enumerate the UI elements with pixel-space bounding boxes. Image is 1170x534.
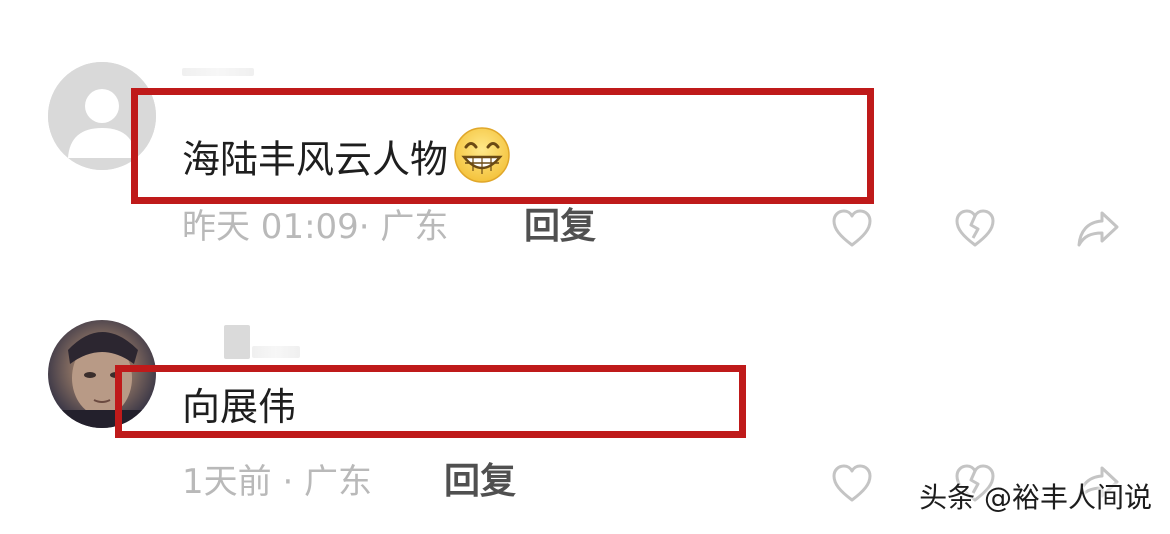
broken-heart-icon[interactable] [953, 207, 997, 251]
comment-meta: 1天前 · 广东 [182, 462, 373, 502]
highlight-box [131, 88, 874, 204]
share-icon[interactable] [1076, 207, 1120, 251]
reply-button[interactable]: 回复 [444, 464, 516, 500]
heart-icon[interactable] [830, 462, 874, 506]
reply-button[interactable]: 回复 [524, 209, 596, 245]
comment-list: 海陆丰风云人物 昨天 01:09· 广东 回复 向展伟 1天前 · 广东 回复 … [0, 0, 1170, 534]
comment-meta: 昨天 01:09· 广东 [182, 207, 449, 247]
username-blurred [224, 325, 250, 359]
username-blurred [252, 346, 300, 358]
highlight-box [115, 365, 746, 438]
heart-icon[interactable] [830, 207, 874, 251]
watermark: 头条 @裕丰人间说 [919, 481, 1152, 514]
username-blurred [182, 68, 254, 76]
